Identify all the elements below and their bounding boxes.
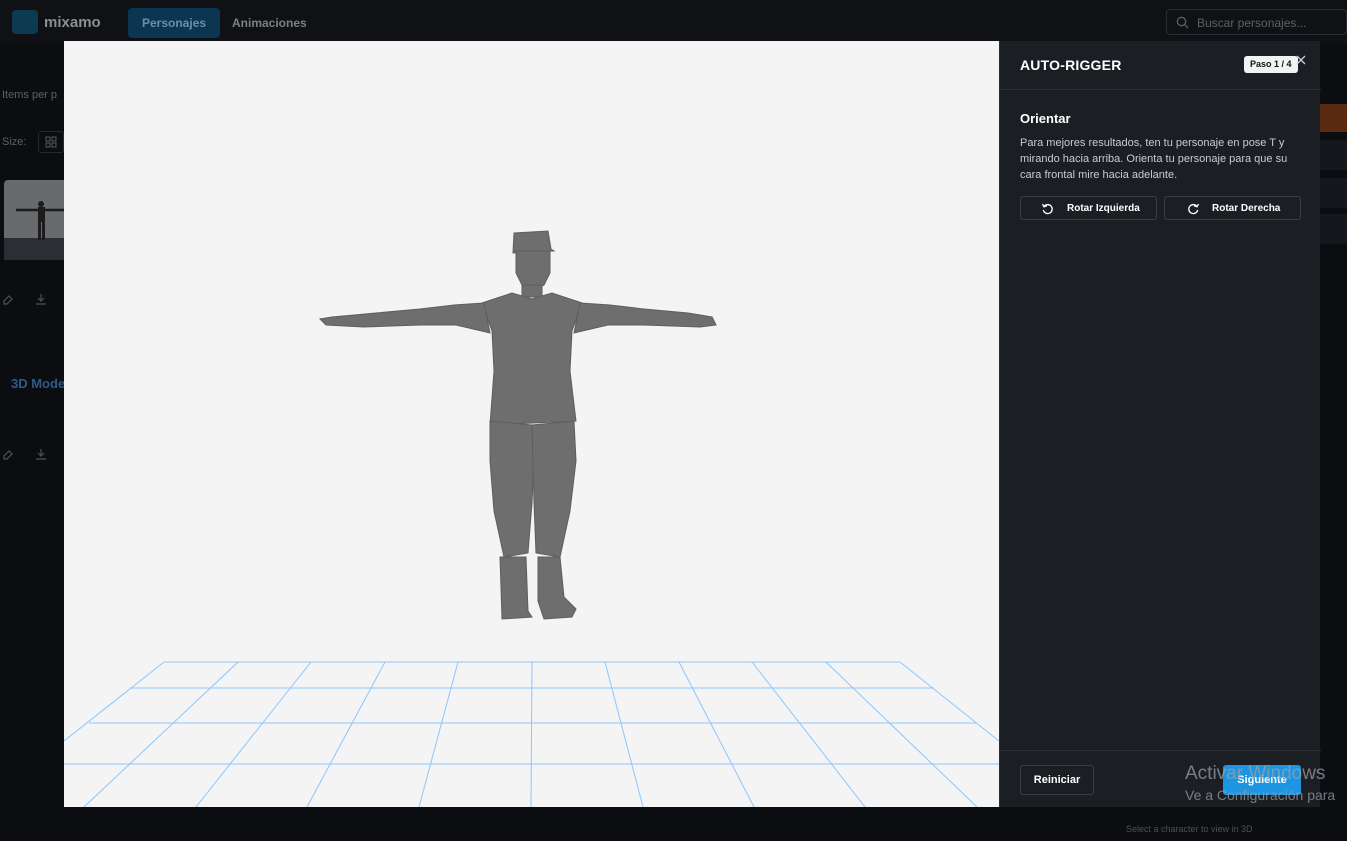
section-description: Para mejores resultados, ten tu personaj… bbox=[1020, 137, 1288, 181]
card-title: 3D Mode bbox=[11, 376, 66, 391]
rotate-left-label: Rotar Izquierda bbox=[1067, 203, 1140, 214]
windows-activation-hint: Ve a Configuración para bbox=[1185, 787, 1336, 803]
search-input[interactable]: Buscar personajes... bbox=[1166, 9, 1347, 35]
3d-viewport[interactable] bbox=[64, 41, 999, 807]
edit-icon[interactable] bbox=[2, 449, 14, 461]
items-per-page-label: Items per p bbox=[2, 89, 58, 101]
auto-rigger-panel: AUTO-RIGGER Paso 1 / 4 Orientar Para mej… bbox=[999, 41, 1321, 807]
edit-icon[interactable] bbox=[2, 294, 14, 306]
top-bar: mixamo Personajes Animaciones Buscar per… bbox=[0, 0, 1347, 44]
viewport-scene bbox=[64, 230, 999, 807]
panel-header: AUTO-RIGGER Paso 1 / 4 bbox=[1000, 41, 1321, 90]
background-panel-row bbox=[1320, 140, 1347, 170]
background-panel-row bbox=[1320, 178, 1347, 208]
character-card-thumbnail[interactable] bbox=[4, 180, 64, 260]
rotate-left-icon bbox=[1041, 203, 1053, 215]
step-badge: Paso 1 / 4 bbox=[1244, 56, 1298, 73]
panel-title: AUTO-RIGGER bbox=[1020, 57, 1122, 73]
size-label: Size: bbox=[2, 136, 27, 148]
close-icon[interactable] bbox=[1294, 53, 1308, 67]
search-icon bbox=[1176, 16, 1189, 29]
section-title: Orientar bbox=[1020, 111, 1071, 126]
grid-view-icon[interactable] bbox=[38, 131, 64, 153]
tab-characters[interactable]: Personajes bbox=[128, 8, 221, 38]
rotate-right-icon bbox=[1188, 203, 1200, 215]
background-panel-row bbox=[1320, 214, 1347, 244]
search-placeholder: Buscar personajes... bbox=[1197, 16, 1307, 30]
rotate-right-button[interactable]: Rotar Derecha bbox=[1164, 196, 1301, 220]
floor-grid bbox=[64, 661, 999, 807]
status-text: Select a character to view in 3D bbox=[1126, 824, 1253, 834]
rotate-right-label: Rotar Derecha bbox=[1212, 203, 1281, 214]
character-model bbox=[318, 230, 717, 620]
windows-activation-watermark: Activar Windows bbox=[1185, 763, 1326, 784]
mixamo-logo-icon bbox=[12, 10, 38, 34]
download-icon[interactable] bbox=[35, 293, 47, 305]
reset-button[interactable]: Reiniciar bbox=[1020, 765, 1094, 795]
rotate-left-button[interactable]: Rotar Izquierda bbox=[1020, 196, 1157, 220]
logo-text: mixamo bbox=[44, 14, 101, 31]
tab-animations[interactable]: Animaciones bbox=[218, 8, 321, 38]
background-orange-button bbox=[1320, 104, 1347, 132]
download-icon[interactable] bbox=[35, 448, 47, 460]
